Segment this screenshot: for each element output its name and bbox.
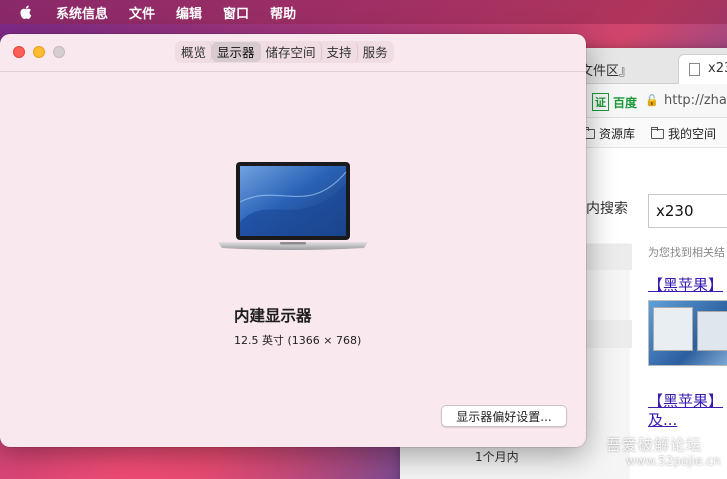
result-thumbnail[interactable] bbox=[648, 300, 727, 366]
search-label: 内搜索 bbox=[586, 201, 628, 217]
tab-service[interactable]: 服务 bbox=[358, 42, 393, 62]
document-icon bbox=[689, 63, 700, 76]
bookmark-resource-library[interactable]: 资源库 bbox=[582, 125, 635, 142]
url-text[interactable]: http://zha bbox=[664, 93, 727, 108]
browser-tab-previous[interactable]: 文件区』 bbox=[580, 60, 632, 79]
menu-edit[interactable]: 编辑 bbox=[176, 3, 202, 22]
menu-system-info[interactable]: 系统信息 bbox=[56, 3, 108, 22]
search-input[interactable]: x230 bbox=[648, 194, 727, 228]
watermark-url: www.52pojie.cn bbox=[626, 454, 721, 468]
result-link-2-continued[interactable]: 及... bbox=[648, 409, 677, 430]
display-preferences-button[interactable]: 显示器偏好设置... bbox=[441, 405, 567, 427]
menu-help[interactable]: 帮助 bbox=[270, 3, 296, 22]
apple-logo-icon[interactable] bbox=[18, 4, 32, 20]
window-title-bar: 概览 显示器 储存空间 支持 服务 bbox=[0, 34, 586, 72]
result-link-1[interactable]: 【黑苹果】 bbox=[648, 274, 723, 295]
folder-icon bbox=[651, 126, 664, 139]
system-info-window: 概览 显示器 储存空间 支持 服务 内建显示器 12.5 英寸 (1366 × … bbox=[0, 34, 586, 447]
certificate-icon: 证 bbox=[592, 93, 609, 111]
tab-bar: 概览 显示器 储存空间 支持 服务 bbox=[175, 41, 394, 63]
close-button[interactable] bbox=[13, 46, 25, 58]
minimize-button[interactable] bbox=[33, 46, 45, 58]
tab-storage[interactable]: 储存空间 bbox=[261, 42, 322, 62]
result-link-2[interactable]: 【黑苹果】 bbox=[648, 390, 723, 411]
time-filter-1-month[interactable]: 1个月内 bbox=[475, 448, 519, 465]
insecure-lock-icon: 🔓 bbox=[645, 94, 659, 107]
display-name: 内建显示器 bbox=[234, 307, 312, 325]
certificate-badge[interactable]: 证 百度 bbox=[592, 93, 637, 111]
menu-window[interactable]: 窗口 bbox=[223, 3, 249, 22]
display-spec: 12.5 英寸 (1366 × 768) bbox=[234, 334, 362, 347]
macbook-display-icon bbox=[218, 162, 368, 250]
results-count-text: 为您找到相关结 bbox=[648, 246, 725, 259]
zoom-button[interactable] bbox=[53, 46, 65, 58]
browser-tab-active-label: x23 bbox=[708, 61, 727, 76]
watermark-text: 吾爱破解论坛 bbox=[606, 436, 703, 454]
tab-support[interactable]: 支持 bbox=[322, 42, 358, 62]
tab-displays[interactable]: 显示器 bbox=[212, 42, 261, 62]
menu-bar: 系统信息 文件 编辑 窗口 帮助 bbox=[0, 0, 727, 24]
browser-tab-active[interactable]: x23 bbox=[678, 54, 727, 84]
menu-file[interactable]: 文件 bbox=[129, 3, 155, 22]
bookmark-my-space[interactable]: 我的空间 bbox=[651, 125, 716, 142]
tab-overview[interactable]: 概览 bbox=[176, 42, 213, 62]
certificate-label: 百度 bbox=[613, 95, 638, 110]
